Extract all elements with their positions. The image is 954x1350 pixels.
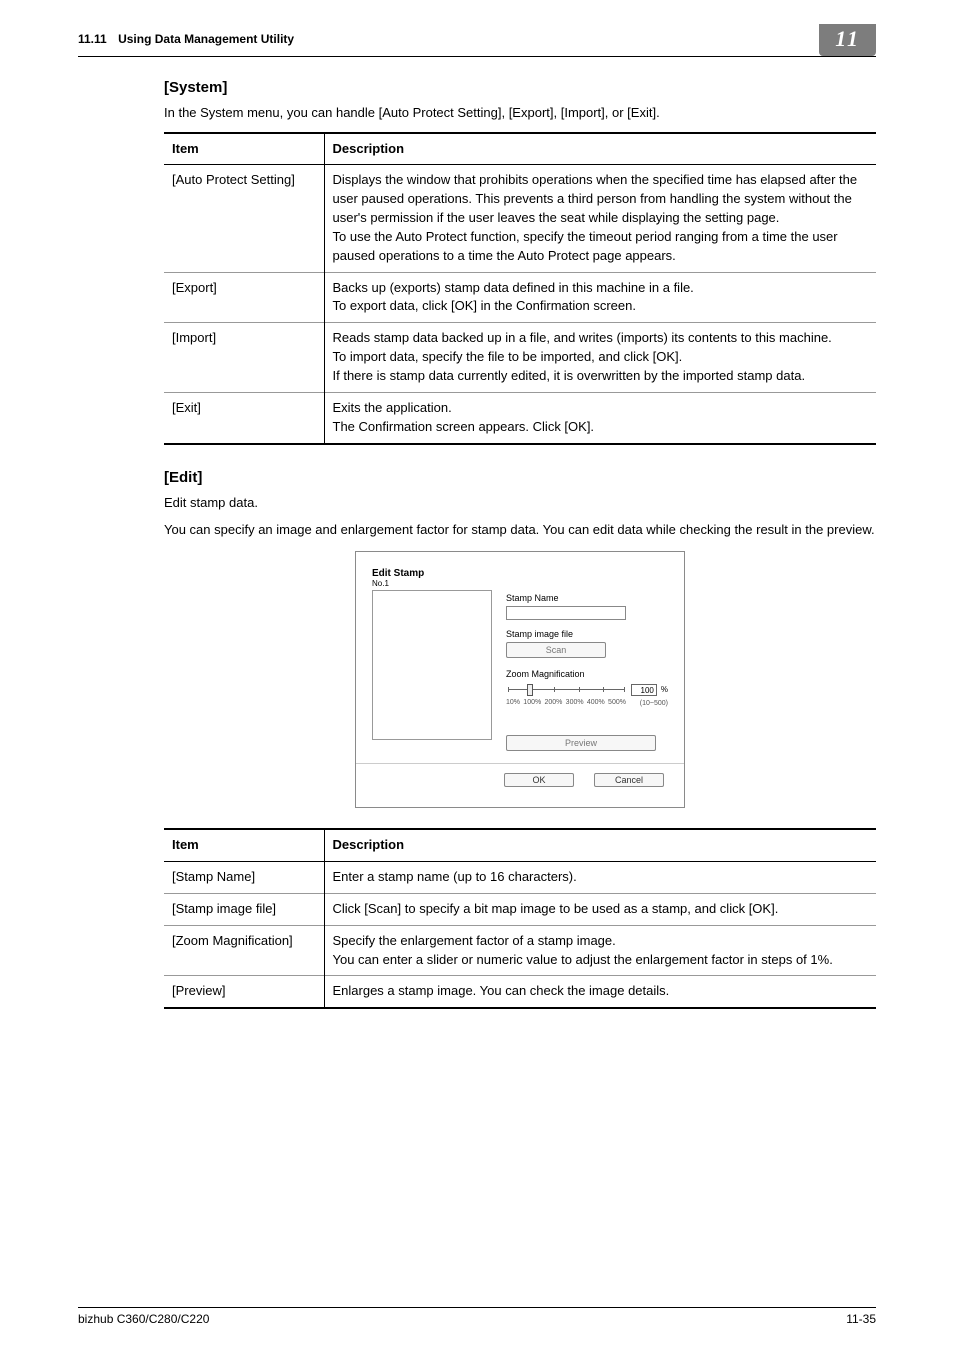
page-footer: bizhub C360/C280/C220 11-35 [78,1307,876,1326]
system-table: Item Description [Auto Protect Setting] … [164,132,876,445]
edit-item-1: [Stamp image file] [164,893,324,925]
edit-desc-3: Enlarges a stamp image. You can check th… [324,976,876,1008]
table-row: [Stamp image file] Click [Scan] to speci… [164,893,876,925]
edit-desc-0: Enter a stamp name (up to 16 characters)… [324,862,876,894]
system-item-2: [Import] [164,323,324,393]
edit-intro-1: Edit stamp data. [164,494,876,512]
edit-heading: [Edit] [164,469,876,486]
table-row: [Export] Backs up (exports) stamp data d… [164,272,876,323]
footer-page: 11-35 [846,1312,876,1326]
header-section-title: Using Data Management Utility [118,32,294,46]
edit-desc-1: Click [Scan] to specify a bit map image … [324,893,876,925]
edit-stamp-dialog: Edit Stamp No.1 Stamp Name Stamp image f… [355,551,685,809]
table-head-desc: Description [324,829,876,861]
preview-button[interactable]: Preview [506,735,656,752]
zoom-magnification-label: Zoom Magnification [506,668,668,681]
system-desc-0: Displays the window that prohibits opera… [324,165,876,272]
dialog-preview-area [372,590,492,740]
system-desc-1: Backs up (exports) stamp data defined in… [324,272,876,323]
table-row: [Exit] Exits the application. The Confir… [164,392,876,443]
edit-item-3: [Preview] [164,976,324,1008]
edit-table: Item Description [Stamp Name] Enter a st… [164,828,876,1009]
system-intro: In the System menu, you can handle [Auto… [164,104,876,122]
system-desc-3: Exits the application. The Confirmation … [324,392,876,443]
stamp-name-input[interactable] [506,606,626,620]
table-row: [Preview] Enlarges a stamp image. You ca… [164,976,876,1008]
scan-button[interactable]: Scan [506,642,606,659]
table-row: [Zoom Magnification] Specify the enlarge… [164,925,876,976]
table-head-desc: Description [324,133,876,165]
system-desc-2: Reads stamp data backed up in a file, an… [324,323,876,393]
table-row: [Stamp Name] Enter a stamp name (up to 1… [164,862,876,894]
stamp-name-label: Stamp Name [506,592,668,605]
edit-item-0: [Stamp Name] [164,862,324,894]
system-item-0: [Auto Protect Setting] [164,165,324,272]
dialog-subtitle: No.1 [372,579,668,588]
edit-intro-2: You can specify an image and enlargement… [164,521,876,539]
ok-button[interactable]: OK [504,773,574,787]
table-row: [Import] Reads stamp data backed up in a… [164,323,876,393]
dialog-title: Edit Stamp [372,568,668,579]
running-header: 11.11 Using Data Management Utility 11 [78,24,876,57]
zoom-slider[interactable] [506,683,627,697]
edit-desc-2: Specify the enlargement factor of a stam… [324,925,876,976]
header-section-number: 11.11 [78,32,107,46]
system-item-3: [Exit] [164,392,324,443]
system-heading: [System] [164,79,876,96]
table-head-item: Item [164,133,324,165]
edit-item-2: [Zoom Magnification] [164,925,324,976]
stamp-image-file-label: Stamp image file [506,628,668,641]
footer-model: bizhub C360/C280/C220 [78,1312,209,1326]
system-item-1: [Export] [164,272,324,323]
table-head-item: Item [164,829,324,861]
chapter-badge: 11 [819,24,876,56]
cancel-button[interactable]: Cancel [594,773,664,787]
table-row: [Auto Protect Setting] Displays the wind… [164,165,876,272]
zoom-unit: % [661,684,668,695]
zoom-value-input[interactable]: 100 [631,684,657,696]
